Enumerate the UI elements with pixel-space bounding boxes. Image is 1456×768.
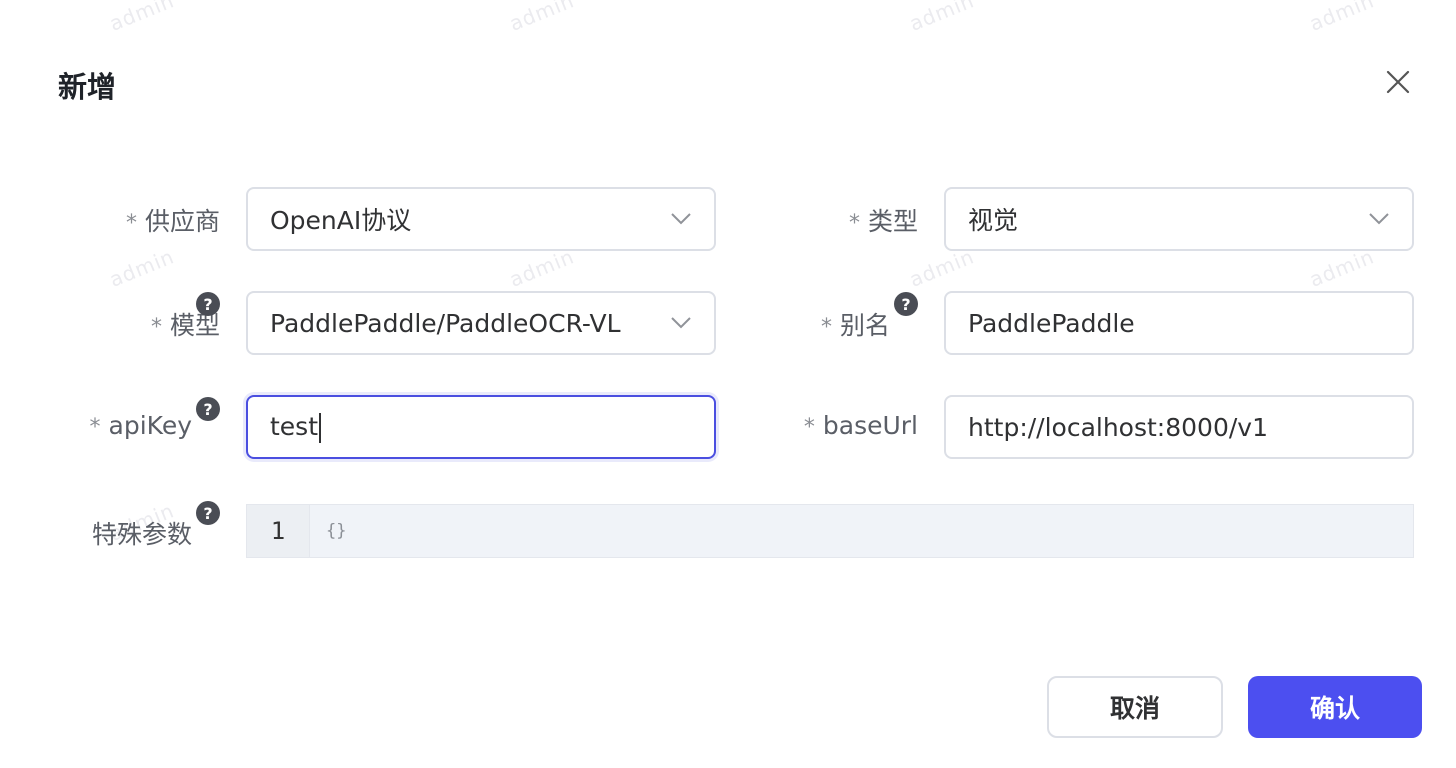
help-icon[interactable]: ?: [196, 501, 220, 525]
type-label: * 类型: [849, 202, 918, 238]
watermark: admin: [1305, 0, 1378, 36]
watermark: admin: [105, 244, 178, 292]
base-url-input[interactable]: http://localhost:8000/v1: [944, 395, 1414, 459]
special-params-label-text: 特殊参数: [91, 520, 192, 549]
text-caret: [319, 412, 322, 443]
model-select[interactable]: PaddlePaddle/PaddleOCR-VL: [246, 291, 716, 355]
alias-input[interactable]: PaddlePaddle: [944, 291, 1414, 355]
alias-input-value: PaddlePaddle: [968, 308, 1135, 338]
chevron-down-icon: [1369, 213, 1389, 225]
required-mark: *: [125, 211, 137, 236]
base-url-label-text: baseUrl: [822, 411, 918, 440]
watermark: admin: [505, 0, 578, 36]
required-mark: *: [89, 415, 101, 440]
base-url-input-value: http://localhost:8000/v1: [968, 412, 1268, 442]
provider-label: * 供应商: [126, 202, 220, 238]
watermark: admin: [505, 244, 578, 292]
api-key-input[interactable]: test: [246, 395, 716, 459]
help-icon[interactable]: ?: [196, 397, 220, 421]
api-key-input-value: test: [270, 412, 692, 443]
base-url-label: * baseUrl: [804, 411, 918, 440]
watermark: admin: [1305, 244, 1378, 292]
required-mark: *: [150, 315, 162, 340]
line-number: 1: [247, 505, 310, 557]
required-mark: *: [803, 415, 815, 440]
provider-select[interactable]: OpenAI协议: [246, 187, 716, 251]
special-params-editor[interactable]: 1 {}: [246, 504, 1414, 558]
help-icon[interactable]: ?: [894, 292, 918, 316]
chevron-down-icon: [671, 213, 691, 225]
close-icon: [1386, 70, 1410, 94]
model-label-text: 模型: [169, 311, 220, 340]
provider-label-text: 供应商: [144, 207, 220, 236]
api-key-label: * apiKey: [90, 411, 192, 440]
type-select-value: 视觉: [968, 206, 1019, 235]
alias-label-text: 别名: [839, 311, 890, 340]
model-select-value: PaddlePaddle/PaddleOCR-VL: [270, 308, 621, 338]
api-key-label-text: apiKey: [108, 411, 192, 440]
type-select[interactable]: 视觉: [944, 187, 1414, 251]
dialog-title: 新增: [58, 70, 117, 104]
chevron-down-icon: [671, 317, 691, 329]
alias-label: * 别名: [821, 306, 890, 342]
required-mark: *: [848, 211, 860, 236]
confirm-button[interactable]: 确认: [1248, 676, 1422, 738]
close-button[interactable]: [1382, 66, 1414, 98]
cancel-button[interactable]: 取消: [1047, 676, 1223, 738]
api-key-text: test: [270, 411, 319, 441]
watermark: admin: [905, 244, 978, 292]
help-icon[interactable]: ?: [196, 292, 220, 316]
provider-select-value: OpenAI协议: [270, 206, 412, 235]
required-mark: *: [820, 315, 832, 340]
special-params-label: 特殊参数: [92, 515, 192, 551]
watermark: admin: [105, 0, 178, 36]
type-label-text: 类型: [867, 207, 918, 236]
watermark: admin: [905, 0, 978, 36]
code-content[interactable]: {}: [310, 505, 346, 557]
